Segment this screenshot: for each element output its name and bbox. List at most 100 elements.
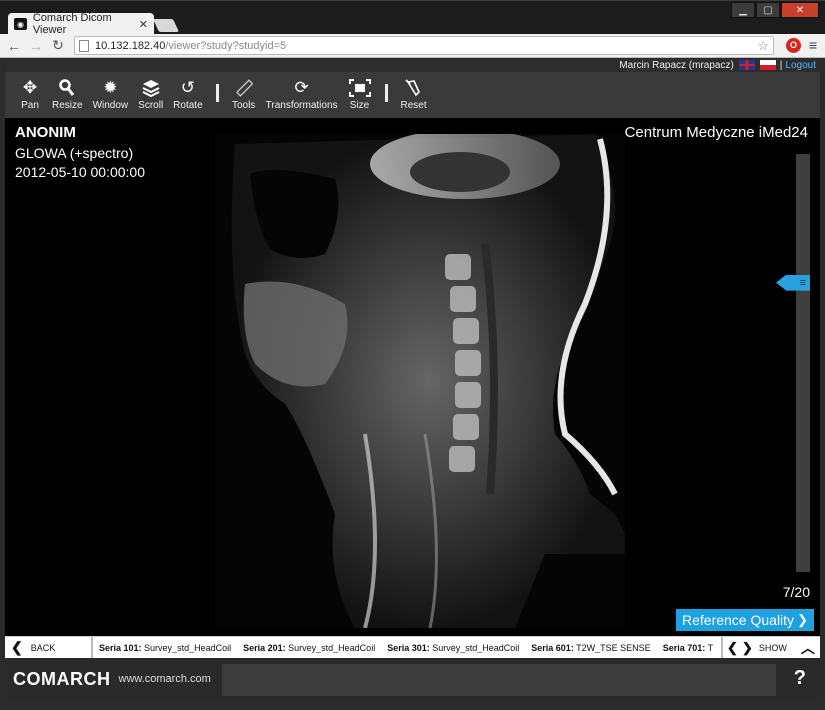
close-icon[interactable]: ✕: [139, 18, 148, 31]
tab-title: Comarch Dicom Viewer: [32, 12, 112, 36]
mri-image[interactable]: [215, 134, 625, 628]
sun-icon: ✹: [103, 78, 118, 97]
institution-name: Centrum Medyczne iMed24: [624, 124, 808, 141]
series-id: Seria 201:: [243, 642, 286, 653]
window-close-button[interactable]: ✕: [781, 2, 819, 18]
quality-label: Reference Quality: [682, 612, 795, 628]
footer-panel: [222, 664, 776, 696]
series-name: Survey_std_HeadCoil: [432, 642, 520, 653]
tool-label: Scroll: [138, 100, 164, 111]
layers-icon: [142, 78, 160, 98]
chevron-left-icon: ❮: [11, 639, 23, 655]
new-tab-button[interactable]: [152, 19, 180, 32]
window-controls: ▁ ▢ ✕: [731, 2, 819, 18]
slice-counter: 7/20: [782, 584, 810, 600]
tool-resize[interactable]: Resize: [47, 72, 88, 111]
slice-slider-handle[interactable]: ≡: [776, 274, 810, 291]
series-name: T2W_TSE SENSE: [576, 642, 651, 653]
tool-label: Window: [92, 100, 129, 111]
rotate-icon: ↺: [180, 78, 196, 97]
study-date: 2012-05-10 00:00:00: [15, 164, 145, 180]
back-label: BACK: [30, 642, 56, 653]
back-button[interactable]: ❮ BACK: [5, 637, 93, 658]
tool-label: Pan: [21, 100, 39, 111]
browser-titlebar: ◉ Comarch Dicom Viewer ✕ ▁ ▢ ✕: [0, 0, 825, 36]
logout-link[interactable]: Logout: [785, 60, 816, 71]
slice-slider-track[interactable]: [796, 154, 810, 572]
chevron-down-icon: ❯: [797, 612, 808, 627]
study-description: GLOWA (+spectro): [15, 145, 134, 161]
divider: |: [779, 59, 783, 71]
series-item[interactable]: Seria 301: Survey_std_HeadCoil: [381, 643, 525, 653]
minimize-button[interactable]: ▁: [731, 2, 755, 18]
dicom-viewport[interactable]: ANONIM GLOWA (+spectro) 2012-05-10 00:00…: [5, 118, 820, 636]
quality-dropdown[interactable]: Reference Quality ❯: [676, 609, 814, 631]
series-id: Seria 101:: [99, 642, 142, 653]
tool-label: Rotate: [173, 100, 203, 111]
series-nav: ❮ ❯ SHOW ︿: [721, 637, 815, 658]
chevron-right-icon[interactable]: ❯: [742, 640, 753, 656]
series-id: Seria 701:: [662, 642, 706, 653]
maximize-button[interactable]: ▢: [756, 2, 780, 18]
eye-icon: ◉: [14, 18, 27, 30]
zoom-icon: [59, 78, 75, 98]
series-name: Survey_std_HeadCoil: [144, 642, 232, 653]
tool-label: Tools: [231, 100, 256, 111]
move-icon: ✥: [22, 78, 38, 97]
grip-icon: ≡: [799, 276, 806, 289]
patient-name: ANONIM: [15, 124, 76, 141]
series-name: T: [707, 642, 714, 653]
fit-icon: [348, 78, 371, 98]
series-item[interactable]: Seria 201: Survey_std_HeadCoil: [237, 643, 381, 653]
browser-tab[interactable]: ◉ Comarch Dicom Viewer ✕: [8, 12, 154, 36]
chevron-up-icon[interactable]: ︿: [801, 638, 815, 658]
series-id: Seria 301:: [387, 642, 430, 653]
url-path: /viewer?study?studyid=5: [165, 39, 287, 52]
toolbar-separator: [384, 84, 388, 102]
page-icon: [79, 39, 89, 52]
opera-extension-icon[interactable]: O: [786, 38, 801, 53]
url-host: 10.132.182.40: [95, 39, 166, 52]
tool-label: Reset: [400, 100, 427, 111]
series-id: Seria 601:: [531, 642, 574, 653]
show-button[interactable]: SHOW: [759, 643, 787, 653]
series-list: Seria 101: Survey_std_HeadCoil Seria 201…: [93, 643, 721, 653]
help-button[interactable]: ?: [794, 667, 806, 690]
tool-window[interactable]: ✹ Window: [88, 72, 134, 111]
uk-flag-icon[interactable]: [738, 60, 755, 70]
forward-arrow-icon[interactable]: →: [28, 38, 44, 54]
star-icon[interactable]: ☆: [757, 38, 769, 54]
hamburger-menu-icon[interactable]: ≡: [809, 37, 817, 53]
eraser-icon: [405, 78, 423, 98]
tool-scroll[interactable]: Scroll: [133, 72, 168, 111]
reload-icon[interactable]: ↻: [50, 37, 66, 54]
chevron-left-icon[interactable]: ❮: [727, 640, 738, 656]
series-item[interactable]: Seria 101: Survey_std_HeadCoil: [93, 643, 237, 653]
refresh-icon: ⟳: [294, 78, 309, 97]
tool-transformations[interactable]: ⟳ Transformations: [261, 72, 343, 111]
toolbar-separator: [215, 84, 219, 102]
website-link[interactable]: www.comarch.com: [119, 673, 211, 685]
tool-label: Size: [349, 100, 370, 111]
series-name: Survey_std_HeadCoil: [288, 642, 376, 653]
tool-reset[interactable]: Reset: [396, 72, 432, 111]
tool-label: Transformations: [265, 100, 338, 111]
tool-pan[interactable]: ✥ Pan: [13, 72, 47, 111]
tool-rotate[interactable]: ↺ Rotate: [168, 72, 207, 111]
series-item[interactable]: Seria 701: T: [657, 643, 719, 653]
url-input[interactable]: 10.132.182.40/viewer?study?studyid=5 ☆: [74, 36, 774, 55]
user-name: Marcin Rapacz (mrapacz): [619, 59, 734, 71]
series-bar: ❮ BACK Seria 101: Survey_std_HeadCoil Se…: [5, 636, 820, 658]
comarch-logo: COMARCH: [13, 668, 111, 689]
viewer-toolbar: ✥ Pan Resize ✹ Window Scroll ↺ Rotate Tools…: [5, 72, 820, 118]
address-bar: ← → ↻ 10.132.182.40/viewer?study?studyid…: [0, 34, 825, 58]
tool-size[interactable]: Size: [343, 72, 377, 111]
ruler-icon: [235, 78, 253, 98]
pl-flag-icon[interactable]: [759, 60, 776, 70]
footer: COMARCH www.comarch.com ?: [5, 658, 820, 700]
user-strip: Marcin Rapacz (mrapacz) | Logout: [5, 58, 820, 72]
tool-label: Resize: [52, 100, 83, 111]
tool-tools[interactable]: Tools: [227, 72, 261, 111]
back-arrow-icon[interactable]: ←: [6, 38, 22, 54]
series-item[interactable]: Seria 601: T2W_TSE SENSE: [525, 643, 656, 653]
